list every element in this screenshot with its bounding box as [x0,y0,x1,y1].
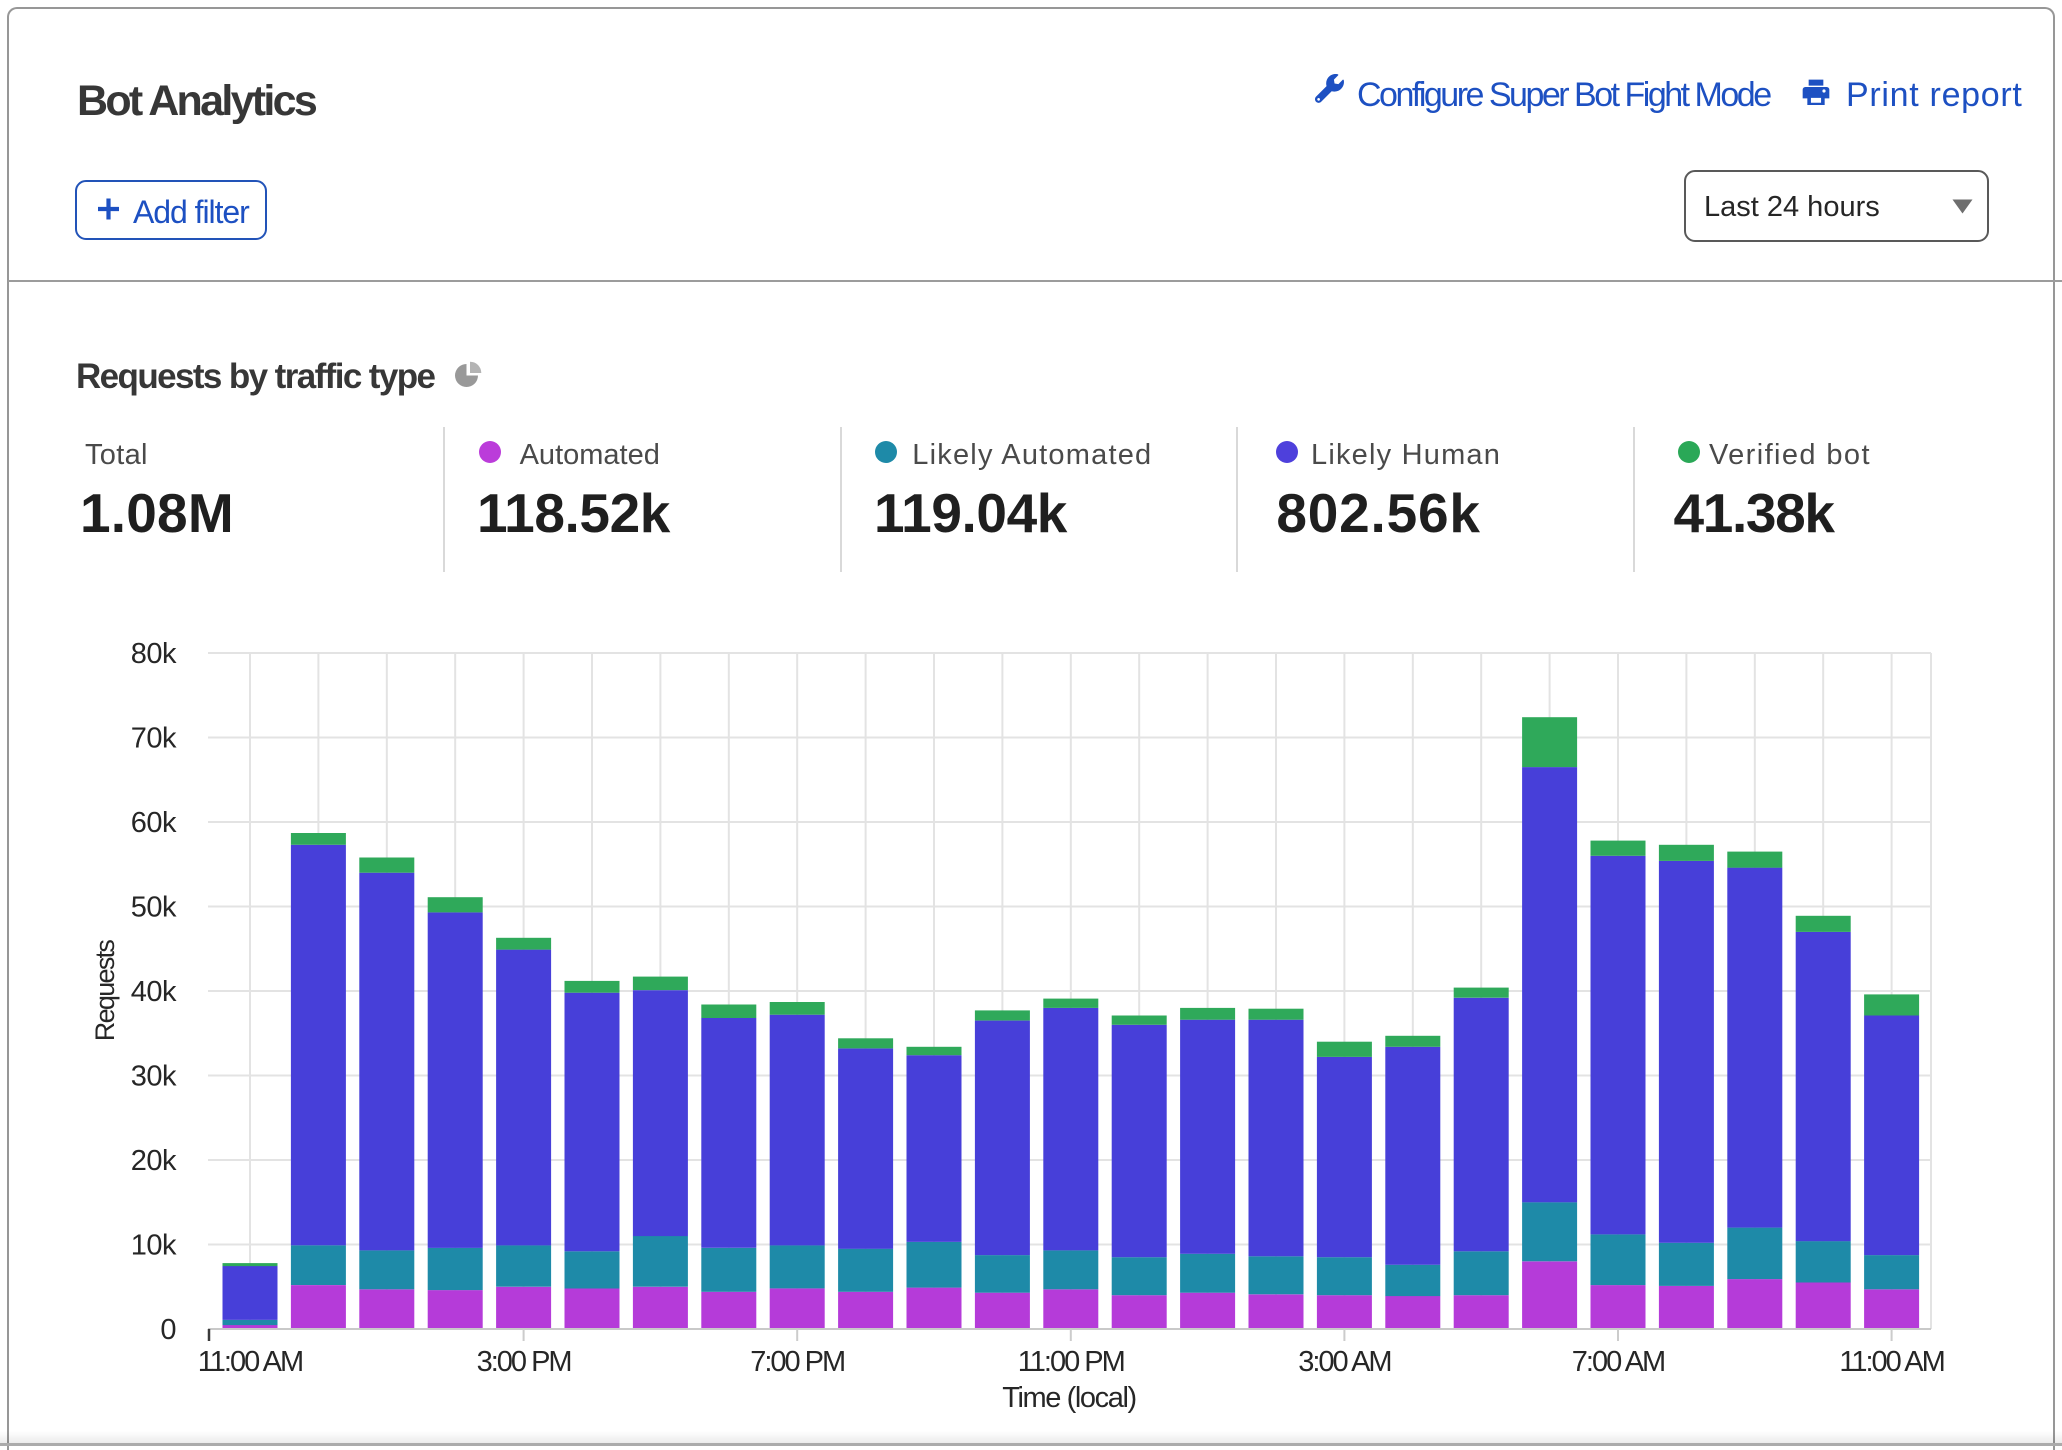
svg-text:3:00 AM: 3:00 AM [1298,1346,1390,1378]
svg-text:11:00 AM: 11:00 AM [198,1346,302,1378]
svg-text:0: 0 [160,1314,176,1346]
svg-text:11:00 AM: 11:00 AM [1839,1346,1943,1378]
svg-text:7:00 PM: 7:00 PM [750,1346,844,1378]
svg-text:20k: 20k [131,1145,177,1177]
svg-text:40k: 40k [131,976,177,1008]
svg-text:50k: 50k [131,892,177,924]
svg-text:7:00 AM: 7:00 AM [1572,1346,1664,1378]
svg-text:60k: 60k [131,807,177,839]
svg-text:70k: 70k [131,723,177,755]
svg-text:30k: 30k [131,1061,177,1093]
svg-text:10k: 10k [131,1230,177,1262]
svg-text:3:00 PM: 3:00 PM [477,1346,571,1378]
svg-text:Time (local): Time (local) [1002,1382,1136,1414]
svg-text:80k: 80k [131,638,177,670]
svg-text:Requests: Requests [90,940,120,1042]
svg-text:11:00 PM: 11:00 PM [1018,1346,1124,1378]
